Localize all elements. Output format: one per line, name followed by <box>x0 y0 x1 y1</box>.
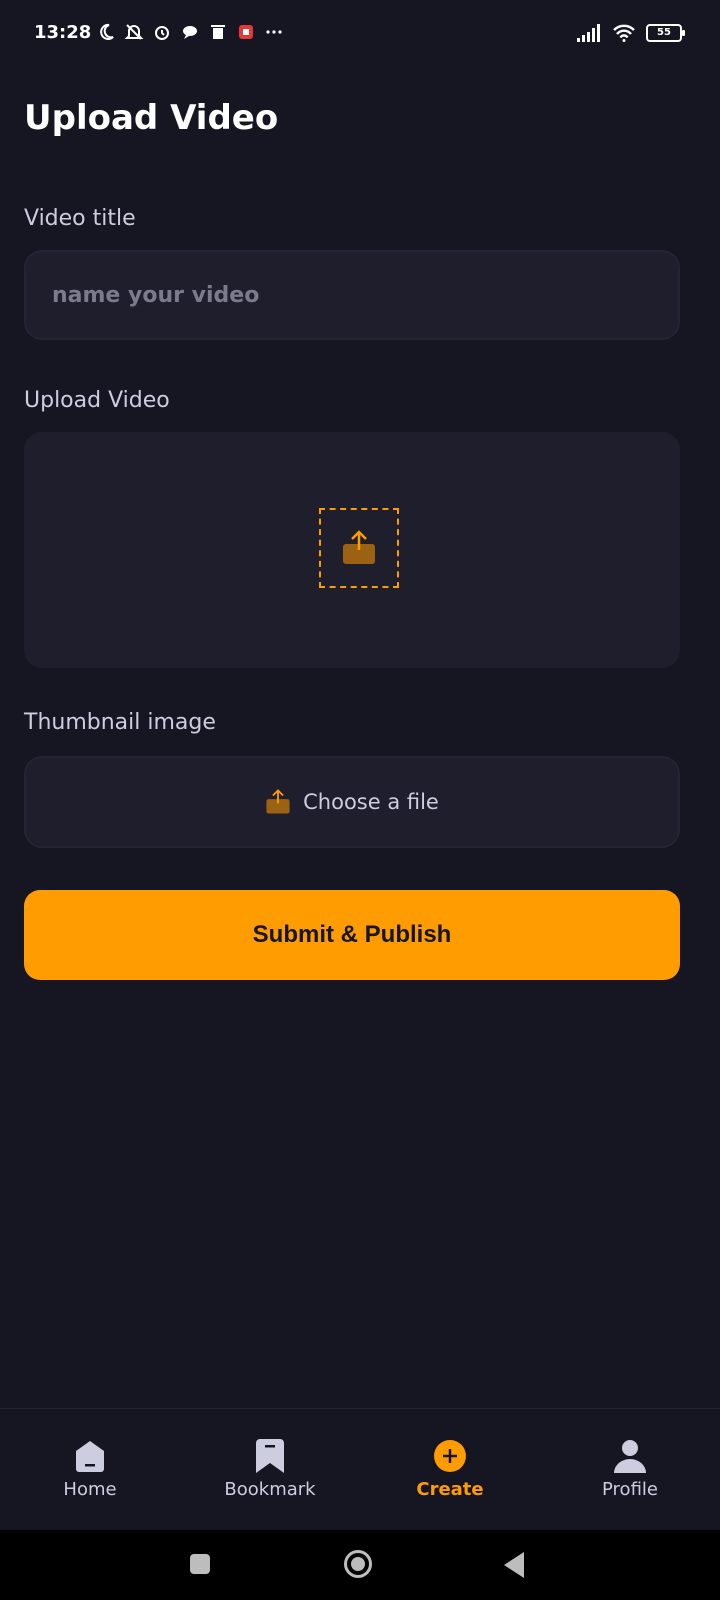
upload-video-label: Upload Video <box>24 388 170 413</box>
status-bar: 13:28 55 <box>0 0 720 70</box>
trash-icon <box>211 25 225 39</box>
status-time: 13:28 <box>34 22 92 43</box>
tab-create[interactable]: Create <box>380 1439 520 1500</box>
back-button[interactable] <box>504 1552 524 1578</box>
app-notification-icon <box>239 25 253 39</box>
status-notification-icons <box>96 22 284 42</box>
submit-publish-button[interactable]: Submit & Publish <box>24 890 680 980</box>
tab-profile-label: Profile <box>602 1479 658 1500</box>
battery-icon: 55 <box>646 24 685 42</box>
signal-icon <box>577 24 600 42</box>
upload-icon <box>343 530 375 564</box>
video-title-field[interactable] <box>24 250 680 340</box>
tab-home-label: Home <box>63 1479 117 1500</box>
profile-icon <box>614 1440 646 1473</box>
video-title-input[interactable] <box>26 252 678 338</box>
moon-icon <box>100 23 114 40</box>
video-title-label: Video title <box>24 206 136 231</box>
choose-file-label: Choose a file <box>303 790 439 814</box>
status-system-icons: 55 <box>576 24 685 42</box>
tab-bookmark[interactable]: Bookmark <box>200 1439 340 1500</box>
tab-bookmark-label: Bookmark <box>224 1479 316 1500</box>
more-icon <box>266 30 282 34</box>
home-icon <box>76 1441 104 1472</box>
tab-create-label: Create <box>416 1479 484 1500</box>
bookmark-icon <box>256 1439 284 1473</box>
upload-dropzone[interactable] <box>319 508 399 588</box>
thumbnail-picker[interactable]: Choose a file <box>24 756 680 848</box>
home-button[interactable] <box>344 1550 372 1578</box>
video-upload-area[interactable] <box>24 432 680 668</box>
tab-profile[interactable]: Profile <box>560 1439 700 1500</box>
thumbnail-label: Thumbnail image <box>24 710 216 735</box>
bottom-tab-bar: Home Bookmark Create Profile <box>0 1408 720 1531</box>
page-title: Upload Video <box>24 98 279 138</box>
chat-icon <box>183 26 197 39</box>
system-nav-bar <box>0 1530 720 1600</box>
bell-off-icon <box>124 24 144 40</box>
alarm-icon <box>155 26 169 40</box>
plus-icon <box>434 1440 466 1472</box>
upload-icon <box>266 789 290 814</box>
recents-button[interactable] <box>190 1554 210 1574</box>
tab-home[interactable]: Home <box>20 1439 160 1500</box>
wifi-icon <box>613 24 635 42</box>
